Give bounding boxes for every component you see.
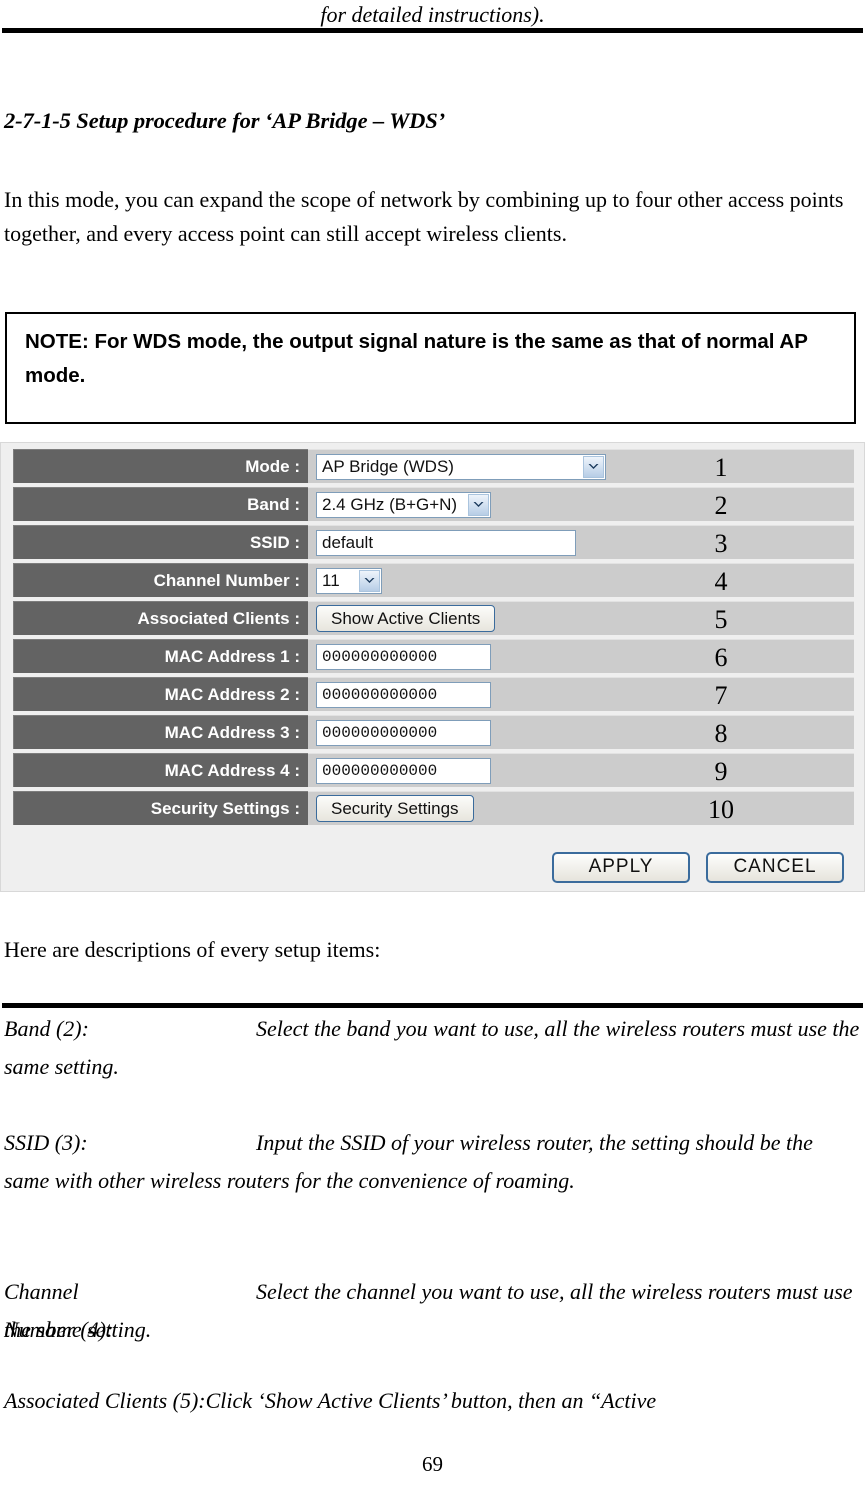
description-associated-clients: Associated Clients (5):Click ‘Show Activ… [4, 1382, 862, 1420]
description-channel-number: Channel Number (4): Select the channel y… [4, 1273, 862, 1349]
callout-number: 8 [714, 719, 728, 748]
note-box: NOTE: For WDS mode, the output signal na… [5, 312, 856, 424]
running-head: for detailed instructions). [320, 2, 545, 27]
field-label-mac-address-2: MAC Address 2 : [13, 677, 308, 711]
description-band: Band (2): Select the band you want to us… [4, 1010, 862, 1086]
description-term-line2: Number (4): [4, 1317, 114, 1342]
mac-address-4-input[interactable]: 000000000000 [316, 757, 491, 784]
description-ssid: SSID (3): Input the SSID of your wireles… [4, 1124, 862, 1200]
mac-address-2-input[interactable]: 000000000000 [316, 681, 491, 708]
header-rule [2, 28, 863, 33]
section-heading: 2-7-1-5 Setup procedure for ‘AP Bridge –… [4, 108, 446, 133]
description-term: SSID (3): [4, 1130, 88, 1155]
mode-select[interactable]: AP Bridge (WDS) [316, 453, 606, 480]
chevron-down-icon[interactable] [359, 569, 380, 592]
description-term-line1: Channel [4, 1279, 79, 1304]
callout-number: 10 [708, 795, 734, 824]
field-label-mac-address-1: MAC Address 1 : [13, 639, 308, 673]
field-label-ssid: SSID : [13, 525, 308, 559]
band-select[interactable]: 2.4 GHz (B+G+N) [316, 491, 491, 518]
mac-address-3-input[interactable]: 000000000000 [316, 719, 491, 746]
router-settings-panel: Mode : AP Bridge (WDS) 1 Band : 2.4 GHz … [0, 442, 865, 892]
callout-number: 5 [714, 605, 728, 634]
descriptions-rule [2, 1003, 863, 1008]
ssid-input[interactable]: default [316, 529, 576, 556]
field-label-mac-address-3: MAC Address 3 : [13, 715, 308, 749]
description-definition: Associated Clients (5):Click ‘Show Activ… [4, 1388, 657, 1413]
field-label-mac-address-4: MAC Address 4 : [13, 753, 308, 787]
field-label-channel-number: Channel Number : [13, 563, 308, 597]
callout-number: 6 [714, 643, 728, 672]
show-active-clients-button[interactable]: Show Active Clients [316, 605, 496, 632]
field-label-mode: Mode : [13, 449, 308, 483]
chevron-down-icon[interactable] [583, 455, 604, 478]
callout-number: 2 [714, 491, 728, 520]
page-number: 69 [422, 1452, 443, 1476]
mac-address-1-input[interactable]: 000000000000 [316, 643, 491, 670]
note-text: NOTE: For WDS mode, the output signal na… [25, 330, 808, 387]
cancel-button[interactable]: CANCEL [706, 851, 844, 883]
field-label-security-settings: Security Settings : [13, 791, 308, 825]
here-are-descriptions-text: Here are descriptions of every setup ite… [4, 937, 381, 962]
field-label-band: Band : [13, 487, 308, 521]
channel-number-select[interactable]: 11 [316, 567, 382, 594]
intro-paragraph: In this mode, you can expand the scope o… [4, 187, 844, 246]
callout-number: 7 [714, 681, 728, 710]
document-page: for detailed instructions). 2-7-1-5 Setu… [0, 0, 865, 1487]
field-label-associated-clients: Associated Clients : [13, 601, 308, 635]
chevron-down-icon[interactable] [468, 493, 489, 516]
apply-button[interactable]: APPLY [552, 851, 690, 883]
panel-action-bar: APPLY CANCEL [13, 847, 854, 887]
security-settings-button[interactable]: Security Settings [316, 795, 474, 822]
callout-number: 9 [714, 757, 728, 786]
callout-number: 1 [714, 453, 728, 482]
callout-number: 4 [714, 567, 728, 596]
description-term: Band (2): [4, 1016, 89, 1041]
description-term: Channel Number (4): [4, 1273, 254, 1349]
callout-number: 3 [714, 529, 728, 558]
